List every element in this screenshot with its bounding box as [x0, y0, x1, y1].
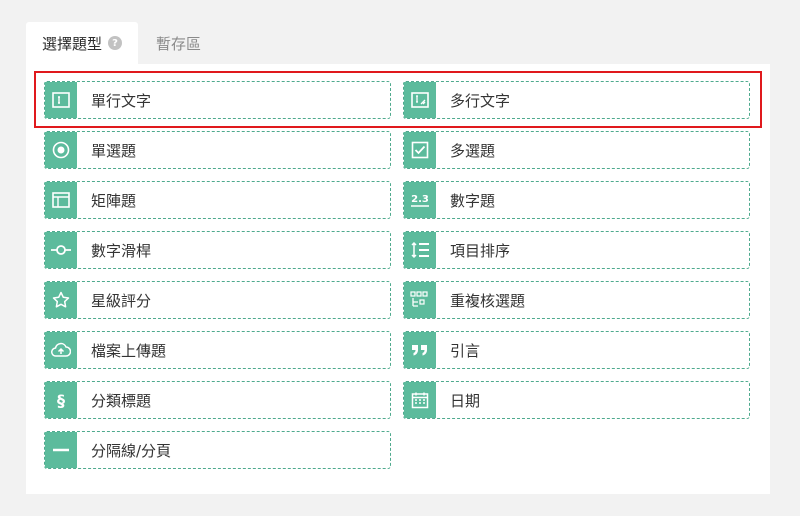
question-type-label: 項目排序 [450, 241, 511, 260]
question-type-single-choice[interactable]: 單選題 [44, 131, 391, 169]
question-type-repeat-check[interactable]: 重複核選題 [403, 281, 750, 319]
tab-draft[interactable]: 暫存區 [138, 22, 219, 64]
matrix-icon [45, 182, 77, 218]
question-type-number[interactable]: 2.3 數字題 [403, 181, 750, 219]
quote-icon [404, 332, 436, 368]
question-type-label: 數字題 [450, 191, 496, 210]
question-type-label: 多選題 [450, 141, 496, 160]
sort-icon [404, 232, 436, 268]
single-line-text-icon [45, 82, 77, 118]
divider-icon [45, 432, 77, 468]
question-type-label: 分類標題 [91, 391, 152, 410]
question-type-file-upload[interactable]: 檔案上傳題 [44, 331, 391, 369]
multi-line-text-icon [404, 82, 436, 118]
question-type-number-slider[interactable]: 數字滑桿 [44, 231, 391, 269]
question-type-label: 星級評分 [91, 291, 152, 310]
upload-icon [45, 332, 77, 368]
question-type-multi-line-text[interactable]: 多行文字 [403, 81, 750, 119]
question-type-label: 矩陣題 [91, 191, 137, 210]
section-icon: § [45, 382, 77, 418]
question-type-label: 單行文字 [91, 91, 152, 110]
number-icon: 2.3 [404, 182, 436, 218]
question-type-quote[interactable]: 引言 [403, 331, 750, 369]
question-type-multiple-choice[interactable]: 多選題 [403, 131, 750, 169]
question-type-single-line-text[interactable]: 單行文字 [44, 81, 391, 119]
question-type-divider[interactable]: 分隔線/分頁 [44, 431, 391, 469]
question-type-label: 多行文字 [450, 91, 511, 110]
tab-question-types-label: 選擇題型 [42, 34, 103, 53]
question-type-label: 單選題 [91, 141, 137, 160]
calendar-icon [404, 382, 436, 418]
help-icon[interactable]: ? [108, 36, 123, 50]
repeat-check-icon [404, 282, 436, 318]
svg-text:2.3: 2.3 [411, 194, 429, 205]
checkbox-icon [404, 132, 436, 168]
question-type-panel: 單行文字 多行文字 單選題 多選題 矩陣題 2.3 數字題 數字滑桿 項目排序 … [26, 64, 770, 494]
question-type-label: 重複核選題 [450, 291, 526, 310]
tab-question-types[interactable]: 選擇題型 ? [26, 22, 139, 64]
question-type-ranking[interactable]: 項目排序 [403, 231, 750, 269]
question-type-matrix[interactable]: 矩陣題 [44, 181, 391, 219]
question-type-label: 引言 [450, 341, 481, 360]
question-type-label: 數字滑桿 [91, 241, 152, 260]
tab-bar: 選擇題型 ? 暫存區 [26, 22, 219, 64]
question-type-label: 分隔線/分頁 [91, 441, 172, 460]
slider-icon [45, 232, 77, 268]
question-type-date[interactable]: 日期 [403, 381, 750, 419]
question-type-section-title[interactable]: § 分類標題 [44, 381, 391, 419]
star-icon [45, 282, 77, 318]
question-type-star-rating[interactable]: 星級評分 [44, 281, 391, 319]
radio-icon [45, 132, 77, 168]
question-type-label: 日期 [450, 391, 481, 410]
question-type-label: 檔案上傳題 [91, 341, 167, 360]
question-type-grid: 單行文字 多行文字 單選題 多選題 矩陣題 2.3 數字題 數字滑桿 項目排序 … [44, 81, 750, 469]
tab-draft-label: 暫存區 [156, 34, 202, 53]
